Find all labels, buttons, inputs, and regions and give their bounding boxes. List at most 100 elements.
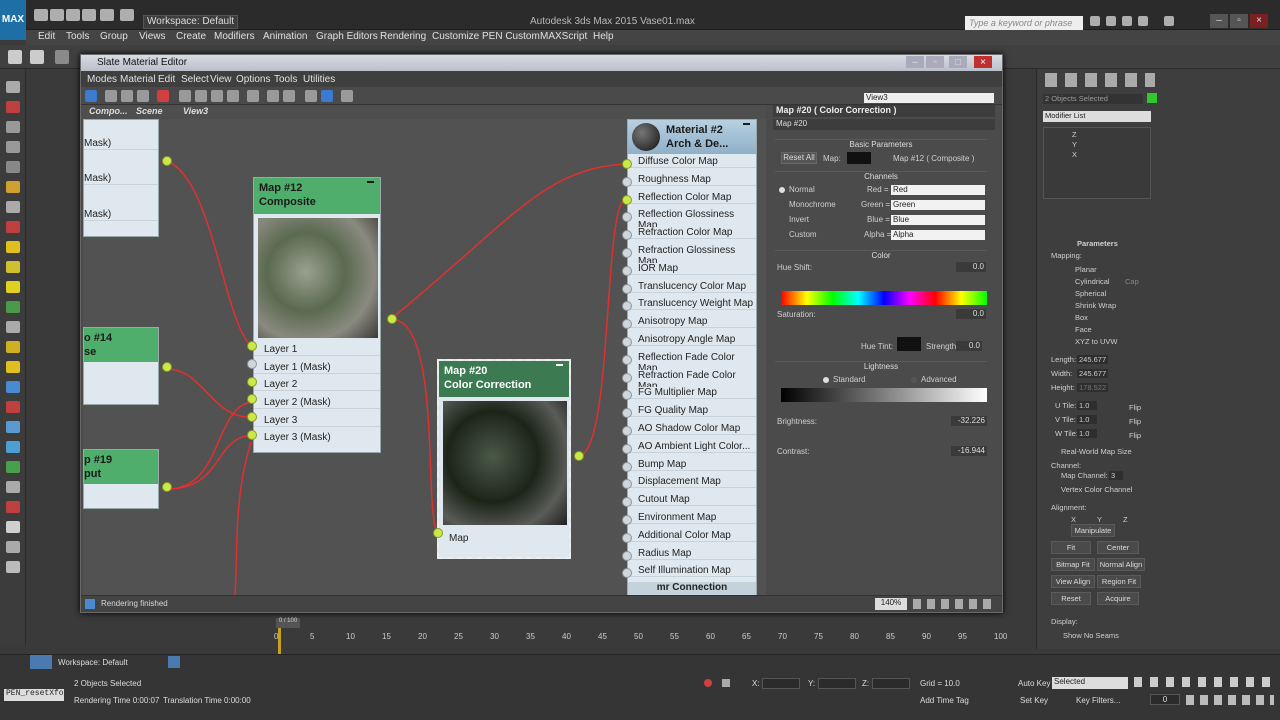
- help-search-input[interactable]: Type a keyword or phrase: [965, 16, 1083, 30]
- strength-value[interactable]: 0.0: [956, 341, 982, 351]
- layout-children-icon[interactable]: [267, 90, 279, 102]
- input-socket[interactable]: [247, 359, 257, 369]
- input-socket[interactable]: [622, 159, 632, 169]
- input-socket[interactable]: [247, 341, 257, 351]
- left-node-top-slot[interactable]: Mask): [84, 138, 158, 150]
- red-dropdown[interactable]: Red: [891, 185, 985, 195]
- material-slot[interactable]: Radius Map: [628, 547, 756, 560]
- contrast-value[interactable]: -16.944: [951, 446, 987, 456]
- close-button[interactable]: ×: [1250, 14, 1268, 28]
- material-slot[interactable]: Anisotropy Angle Map: [628, 334, 756, 346]
- reset-all-button[interactable]: Reset All: [781, 152, 817, 164]
- navigate-icon[interactable]: [283, 90, 295, 102]
- material-slot[interactable]: Roughness Map: [628, 173, 756, 186]
- viewport-nav-controls[interactable]: [1186, 695, 1274, 705]
- output-socket[interactable]: [162, 482, 172, 492]
- command-tabs[interactable]: [1045, 73, 1155, 87]
- viewport-layout-icon[interactable]: [30, 655, 52, 669]
- input-socket[interactable]: [433, 528, 443, 538]
- composite-slot[interactable]: Layer 2 (Mask): [254, 397, 380, 409]
- tab-compo[interactable]: Compo...: [89, 106, 128, 116]
- left-node-mid[interactable]: o #14 se: [83, 327, 159, 405]
- star-light-icon[interactable]: [6, 341, 20, 353]
- slate-menu-select[interactable]: Select: [181, 74, 209, 85]
- menu-views[interactable]: Views: [139, 31, 166, 42]
- input-socket[interactable]: [247, 394, 257, 404]
- key-filters-button[interactable]: Key Filters...: [1076, 696, 1120, 705]
- playback-controls[interactable]: [1134, 677, 1274, 687]
- menu-maxscript[interactable]: MAXScript: [540, 31, 587, 42]
- slate-menu-modes[interactable]: Modes: [87, 74, 117, 85]
- stack-item[interactable]: X: [1072, 150, 1077, 159]
- select-icon[interactable]: [6, 81, 20, 93]
- put-to-scene-icon[interactable]: [121, 90, 133, 102]
- mapping-cylindrical[interactable]: Cylindrical: [1075, 277, 1110, 286]
- menu-create[interactable]: Create: [176, 31, 206, 42]
- slate-menu-tools[interactable]: Tools: [274, 74, 297, 85]
- slate-menu-material[interactable]: Material: [120, 74, 156, 85]
- w-tile-input[interactable]: 1.0: [1077, 429, 1098, 438]
- water-icon[interactable]: [6, 441, 20, 453]
- tool-icon[interactable]: [6, 481, 20, 493]
- checker-icon[interactable]: [227, 90, 239, 102]
- time-slider[interactable]: 0 / 100: [276, 618, 300, 628]
- w-flip-checkbox[interactable]: Flip: [1129, 431, 1141, 440]
- vertex-color-radio[interactable]: Vertex Color Channel: [1061, 485, 1132, 494]
- mapping-box[interactable]: Box: [1075, 313, 1088, 322]
- brightness-value[interactable]: -32.226: [951, 416, 987, 426]
- input-socket[interactable]: [247, 377, 257, 387]
- input-socket[interactable]: [622, 265, 632, 276]
- menu-help[interactable]: Help: [593, 31, 614, 42]
- communication-icon[interactable]: [1122, 16, 1132, 26]
- hue-tint-swatch[interactable]: [897, 337, 921, 351]
- star-icon[interactable]: [1138, 16, 1148, 26]
- lock-icon[interactable]: [722, 679, 730, 687]
- left-node-bottom[interactable]: p #19 put: [83, 449, 159, 509]
- layer-icon[interactable]: [6, 121, 20, 133]
- alpha-dropdown[interactable]: Alpha: [891, 230, 985, 240]
- material-slot[interactable]: IOR Map: [628, 262, 756, 275]
- normal-align-button[interactable]: Normal Align: [1097, 558, 1145, 571]
- shape-icon[interactable]: [6, 261, 20, 273]
- key-set-dropdown[interactable]: Selected: [1052, 677, 1128, 689]
- minimize-button[interactable]: –: [1210, 14, 1228, 28]
- saturation-value[interactable]: 0.0: [956, 309, 986, 319]
- output-socket[interactable]: [162, 156, 172, 166]
- hide-icon[interactable]: [195, 90, 207, 102]
- map-button[interactable]: Map #12 ( Composite ): [893, 154, 974, 163]
- new-icon[interactable]: [34, 9, 48, 21]
- slate-menu-options[interactable]: Options: [236, 74, 270, 85]
- helper-icon[interactable]: [6, 201, 20, 213]
- left-node-top-slot[interactable]: Mask): [84, 209, 158, 221]
- zoom-dropdown[interactable]: 140%: [875, 598, 907, 610]
- save-icon[interactable]: [66, 9, 80, 21]
- redo-icon[interactable]: [100, 9, 114, 21]
- composite-slot[interactable]: Layer 3 (Mask): [254, 432, 380, 443]
- sphere-icon[interactable]: [6, 281, 20, 293]
- map-swatch[interactable]: [847, 152, 871, 164]
- slate-restore-button[interactable]: ▫: [926, 56, 944, 68]
- material-slot[interactable]: Translucency Color Map: [628, 280, 756, 293]
- stack-item[interactable]: Y: [1072, 140, 1077, 149]
- tab-view3[interactable]: View3: [183, 106, 208, 116]
- input-socket[interactable]: [622, 283, 632, 294]
- input-socket[interactable]: [622, 194, 632, 205]
- composite-slot[interactable]: Layer 1: [254, 344, 380, 356]
- scene-icon[interactable]: [6, 141, 20, 153]
- node-graph[interactable]: Mask) Mask) Mask) o #14 se p #19 put Map…: [83, 119, 766, 595]
- camera-icon[interactable]: [6, 161, 20, 173]
- composite-slot[interactable]: Layer 3: [254, 415, 380, 427]
- width-input[interactable]: 245.677: [1077, 369, 1109, 378]
- input-socket[interactable]: [247, 430, 257, 440]
- ball-icon[interactable]: [6, 521, 20, 533]
- u-flip-checkbox[interactable]: Flip: [1129, 403, 1141, 412]
- material-slot[interactable]: Reflection Color Map: [628, 191, 756, 204]
- search-icon[interactable]: [1090, 16, 1100, 26]
- u-tile-input[interactable]: 1.0: [1077, 401, 1098, 410]
- parameters-rollout[interactable]: Parameters: [1077, 239, 1118, 248]
- box-icon[interactable]: [6, 541, 20, 553]
- link-icon[interactable]: [55, 50, 69, 64]
- maxscript-listener[interactable]: PEN_resetXfo: [4, 689, 64, 701]
- material-slot[interactable]: Translucency Weight Map: [628, 298, 756, 311]
- input-socket[interactable]: [622, 515, 632, 525]
